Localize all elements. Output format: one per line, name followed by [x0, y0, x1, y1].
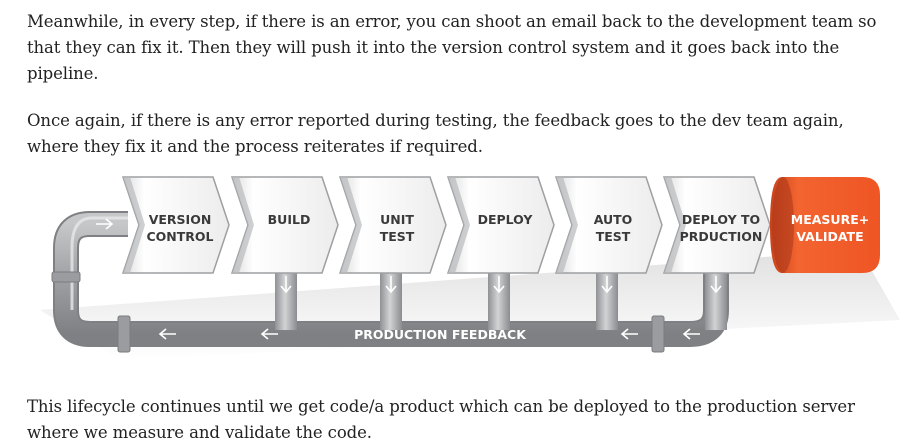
stage-6-line1: DEPLOY TO [682, 212, 760, 227]
stage-5-line1: AUTO [594, 212, 633, 227]
stage-1-line2: CONTROL [146, 229, 213, 244]
stage-5-line2: TEST [596, 229, 631, 244]
paragraph-lifecycle: This lifecycle continues until we get co… [27, 397, 855, 442]
paragraph-testing-feedback: Once again, if there is any error report… [27, 111, 844, 156]
stage-5: AUTO TEST [554, 176, 663, 274]
paragraph-error-feedback: Meanwhile, in every step, if there is an… [27, 12, 877, 83]
stage-6-line2: PRDUCTION [680, 229, 763, 244]
stage-4-line1: DEPLOY [478, 212, 534, 227]
pipeline-stages: VERSION CONTROL BUILD UNIT TEST DEPLOY AUTO TES… [121, 176, 771, 274]
stage-measure-validate: MEASURE+ VALIDATE [770, 177, 880, 273]
stage-measure-validate-line2: VALIDATE [796, 229, 863, 244]
stage-4: DEPLOY [446, 176, 555, 274]
devops-pipeline-diagram: PRODUCTION FEEDBACK VERSION CONTROL BUILD U… [40, 176, 900, 360]
stage-6: DEPLOY TO PRDUCTION [662, 176, 771, 274]
stage-3-line1: UNIT [380, 212, 414, 227]
stage-1: VERSION CONTROL [121, 176, 230, 274]
stage-1-line1: VERSION [149, 212, 212, 227]
stage-measure-validate-line1: MEASURE+ [791, 212, 869, 227]
stage-3-line2: TEST [380, 229, 415, 244]
stage-3: UNIT TEST [338, 176, 447, 274]
stage-2-line1: BUILD [268, 212, 311, 227]
production-feedback-label: PRODUCTION FEEDBACK [354, 327, 527, 342]
stage-2: BUILD [230, 176, 339, 274]
